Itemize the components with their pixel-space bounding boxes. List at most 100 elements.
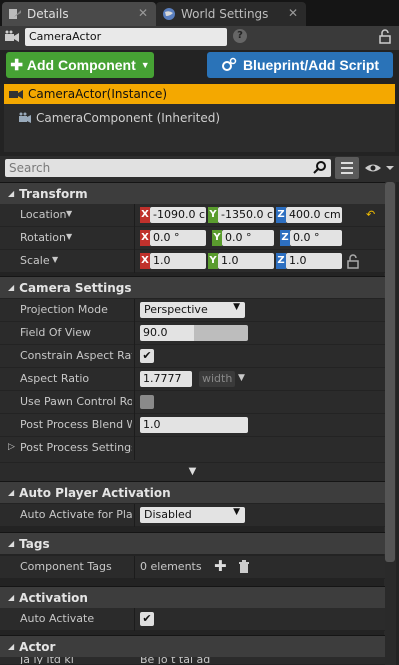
component-inherited-label: CameraComponent (Inherited) (36, 111, 221, 125)
divider (134, 556, 135, 579)
blend-weight-row: Post Process Blend Weight 1.0 (0, 414, 385, 437)
auto-activate-player-label: Auto Activate for Player (20, 508, 132, 521)
blend-weight-field[interactable]: 1.0 (140, 417, 248, 433)
chevron-down-icon[interactable]: ▼ (66, 232, 72, 241)
help-icon[interactable]: ? (233, 29, 247, 43)
blueprint-add-script-button[interactable]: Blueprint/Add Script (207, 52, 393, 78)
auto-activate-checkbox[interactable]: ✔ (140, 612, 154, 626)
component-tree-item-inherited[interactable]: CameraComponent (Inherited) (18, 111, 220, 125)
scale-label: Scale (20, 254, 50, 267)
triangle-down-icon: ◢ (8, 488, 15, 497)
section-activation[interactable]: ◢ Activation (0, 586, 385, 608)
chevron-down-icon[interactable]: ▼ (238, 373, 245, 383)
section-title: Actor (19, 639, 56, 654)
divider (134, 608, 135, 631)
section-actor[interactable]: ◢ Actor (0, 635, 385, 657)
scale-x-field[interactable]: 1.0 (150, 253, 206, 269)
rotation-y-field[interactable]: 0.0 ° (222, 230, 274, 246)
component-tree-item-instance[interactable]: CameraActor(Instance) (4, 84, 395, 104)
close-icon[interactable]: ✕ (288, 6, 298, 20)
close-icon[interactable]: ✕ (138, 6, 148, 20)
section-camera-settings[interactable]: ◢ Camera Settings (0, 276, 385, 298)
chevron-down-icon: ▼ (188, 466, 197, 477)
divider (134, 504, 135, 527)
scrollbar-thumb[interactable] (385, 182, 395, 562)
actor-name-input[interactable]: CameraActor (25, 28, 227, 46)
axis-z-label: Z (280, 230, 290, 246)
auto-activate-row: Auto Activate ✔ (0, 608, 385, 631)
add-element-icon[interactable]: ✚ (214, 557, 227, 575)
fov-slider-field[interactable]: 90.0 (140, 325, 248, 341)
lock-icon[interactable] (377, 28, 393, 44)
projection-mode-dropdown[interactable]: Perspective ▼ (140, 302, 245, 318)
section-title: Auto Player Activation (19, 485, 171, 500)
triangle-down-icon: ◢ (8, 189, 15, 198)
divider (134, 227, 135, 250)
camera-component-icon (19, 112, 31, 123)
pawn-control-checkbox[interactable] (140, 395, 154, 409)
triangle-down-icon: ◢ (8, 283, 15, 292)
axis-z-label: Z (276, 207, 286, 223)
section-auto-player[interactable]: ◢ Auto Player Activation (0, 481, 385, 503)
constrain-aspect-label: Constrain Aspect Ratio (20, 349, 132, 362)
divider (134, 250, 135, 273)
location-z-field[interactable]: 400.0 cm (286, 207, 342, 223)
rotation-z-field[interactable]: 0.0 ° (290, 230, 342, 246)
scale-y-field[interactable]: 1.0 (218, 253, 274, 269)
chevron-down-icon: ▼ (233, 507, 240, 517)
reset-arrow-icon[interactable]: ↶ (366, 208, 375, 221)
blueprint-label: Blueprint/Add Script (242, 57, 380, 73)
section-tags[interactable]: ◢ Tags (0, 532, 385, 554)
search-input[interactable]: Search (5, 159, 331, 177)
aspect-ratio-label: Aspect Ratio (20, 372, 90, 385)
auto-activate-player-row: Auto Activate for Player Disabled ▼ (0, 504, 385, 527)
component-tags-value: 0 elements (140, 560, 202, 573)
actor-partial-label: Ja ly ltd ki (20, 657, 74, 665)
triangle-right-icon[interactable]: ▷ (8, 442, 15, 452)
tab-details[interactable]: Details ✕ (2, 2, 156, 26)
constrain-aspect-checkbox[interactable]: ✔ (140, 349, 154, 363)
rotation-x-field[interactable]: 0.0 ° (150, 230, 206, 246)
advanced-expander[interactable]: ▼ (0, 463, 385, 481)
chevron-down-icon[interactable]: ▼ (66, 209, 72, 218)
fov-label: Field Of View (20, 326, 92, 339)
blend-weight-label: Post Process Blend Weight (20, 418, 132, 431)
actor-partial-value: Be jo t tal ad (140, 657, 211, 665)
axis-x-label: X (140, 253, 150, 269)
rotation-label: Rotation (20, 231, 67, 244)
divider (134, 414, 135, 437)
search-icon[interactable] (313, 160, 327, 174)
divider (134, 437, 135, 460)
camera-icon (9, 90, 23, 99)
triangle-down-icon: ◢ (8, 593, 15, 602)
pawn-control-label: Use Pawn Control Rotation (20, 395, 132, 408)
view-options-button[interactable] (335, 157, 359, 179)
axis-y-label: Y (212, 230, 222, 246)
projection-mode-row: Projection Mode Perspective ▼ (0, 299, 385, 322)
axis-x-label: X (140, 230, 150, 246)
trash-icon[interactable] (238, 560, 250, 574)
aspect-ratio-field[interactable]: 1.7777 (140, 371, 192, 387)
tab-world-settings[interactable]: World Settings ✕ (156, 2, 306, 26)
add-component-label: Add Component (26, 57, 136, 73)
section-title: Camera Settings (19, 280, 132, 295)
chevron-down-icon: ▼ (233, 302, 240, 312)
add-component-button[interactable]: ✚ Add Component ▼ (6, 52, 154, 78)
globe-icon (163, 8, 175, 20)
location-x-field[interactable]: -1090.0 c (150, 207, 206, 223)
unlock-icon[interactable] (346, 253, 360, 269)
scale-z-field[interactable]: 1.0 (286, 253, 342, 269)
location-y-field[interactable]: -1350.0 c (218, 207, 274, 223)
section-transform[interactable]: ◢ Transform (0, 182, 385, 204)
eye-icon[interactable] (364, 161, 394, 175)
chevron-down-icon: ▼ (140, 60, 150, 70)
auto-activate-player-value: Disabled (144, 508, 192, 521)
axis-y-label: Y (208, 253, 218, 269)
auto-activate-player-dropdown[interactable]: Disabled ▼ (140, 507, 245, 523)
chevron-down-icon[interactable]: ▼ (52, 255, 58, 264)
divider (134, 368, 135, 391)
field-of-view-row: Field Of View 90.0 (0, 322, 385, 345)
aspect-width-dropdown[interactable]: width (199, 371, 235, 387)
component-tags-row: Component Tags 0 elements ✚ (0, 556, 385, 579)
pawn-control-row: Use Pawn Control Rotation (0, 391, 385, 414)
